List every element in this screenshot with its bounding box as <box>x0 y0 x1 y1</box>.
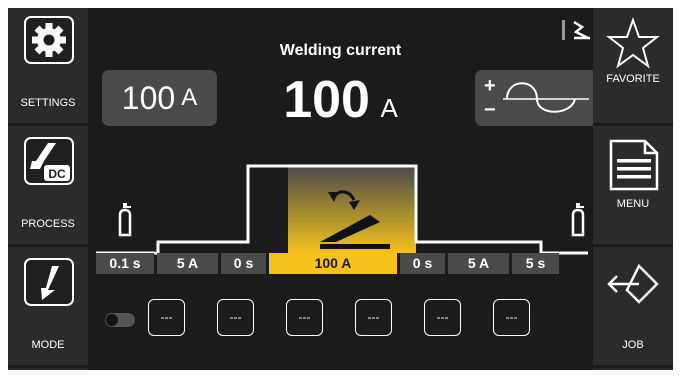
parameter-bar: 0.1 s 5 A 0 s 100 A 0 s 5 A 5 s <box>96 253 559 274</box>
left-panel: SETTINGS DC PROCESS MODE <box>8 8 88 370</box>
load-diamond-icon <box>607 263 659 304</box>
polarity-plus: + <box>484 75 496 97</box>
param-start-current[interactable]: 5 A <box>157 253 218 274</box>
job-slots: --- --- --- --- --- --- <box>148 299 530 336</box>
page-title: Welding current <box>279 42 402 59</box>
gear-icon <box>24 16 74 64</box>
job-label: JOB <box>622 339 644 351</box>
gas-bottle-icon <box>118 203 132 237</box>
welder-screen: SETTINGS DC PROCESS MODE Welding current… <box>8 8 673 370</box>
menu-label: MENU <box>616 198 650 210</box>
param-downslope[interactable]: 0 s <box>400 253 445 274</box>
process-button[interactable]: DC PROCESS <box>8 129 88 247</box>
param-gas-preflow[interactable]: 0.1 s <box>96 253 154 274</box>
job-slot[interactable]: --- <box>424 299 461 336</box>
star-icon <box>606 16 660 69</box>
ac-waveform-icon: + − <box>484 75 589 121</box>
polarity-minus: − <box>484 99 496 121</box>
settings-label: SETTINGS <box>20 97 76 109</box>
favorite-label: FAVORITE <box>606 73 660 85</box>
job-slot[interactable]: --- <box>355 299 392 336</box>
job-toggle[interactable] <box>105 313 135 327</box>
polarity-waveform-button[interactable]: + − <box>475 70 597 126</box>
param-end-current[interactable]: 5 A <box>448 253 509 274</box>
welding-profile-diagram <box>96 164 588 255</box>
job-slot[interactable]: --- <box>148 299 185 336</box>
param-gas-postflow[interactable]: 5 s <box>512 253 559 274</box>
mode-button[interactable]: MODE <box>8 250 88 368</box>
main-area: Welding current 100 A 100 A + − 0.1 s 5 … <box>88 8 597 370</box>
toggle-knob <box>106 314 118 326</box>
job-button[interactable]: JOB <box>593 250 673 368</box>
gas-bottle-icon <box>571 203 585 237</box>
favorite-button[interactable]: FAVORITE <box>593 8 673 126</box>
job-slot[interactable]: --- <box>286 299 323 336</box>
param-upslope[interactable]: 0 s <box>221 253 266 274</box>
current-value: 100 <box>283 71 370 129</box>
param-welding-current[interactable]: 100 A <box>269 253 397 274</box>
document-icon <box>609 139 659 191</box>
job-slot[interactable]: --- <box>217 299 254 336</box>
wire-feed-indicator-icon <box>562 20 590 40</box>
right-panel: FAVORITE MENU JOB <box>593 8 673 370</box>
torch-icon: DC <box>24 137 74 185</box>
mode-label: MODE <box>31 339 65 351</box>
settings-button[interactable]: SETTINGS <box>8 8 88 126</box>
trigger-icon <box>24 258 74 306</box>
menu-button[interactable]: MENU <box>593 129 673 247</box>
job-slot[interactable]: --- <box>493 299 530 336</box>
process-label: PROCESS <box>21 218 75 230</box>
process-badge: DC <box>48 167 66 181</box>
current-unit: A <box>380 93 398 123</box>
main-phase-highlight <box>288 166 416 253</box>
